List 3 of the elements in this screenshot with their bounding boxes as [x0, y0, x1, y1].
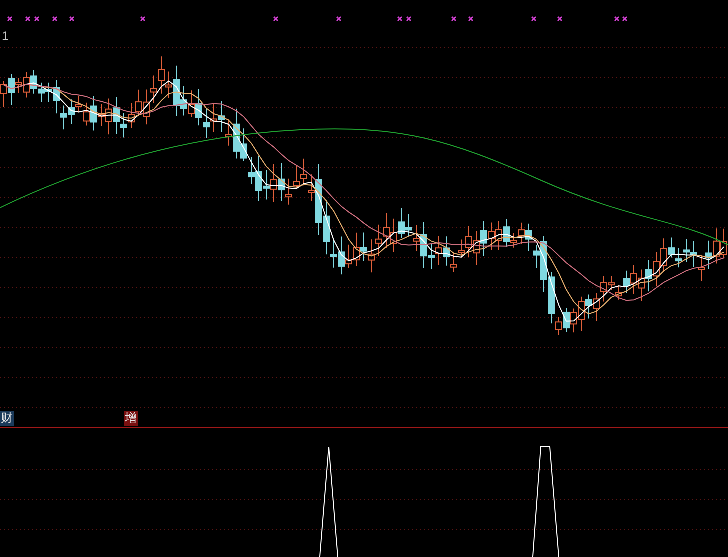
- indicator-label: 财: [0, 411, 14, 426]
- price-label: 1: [2, 29, 9, 43]
- indicator-label: 增: [124, 411, 138, 426]
